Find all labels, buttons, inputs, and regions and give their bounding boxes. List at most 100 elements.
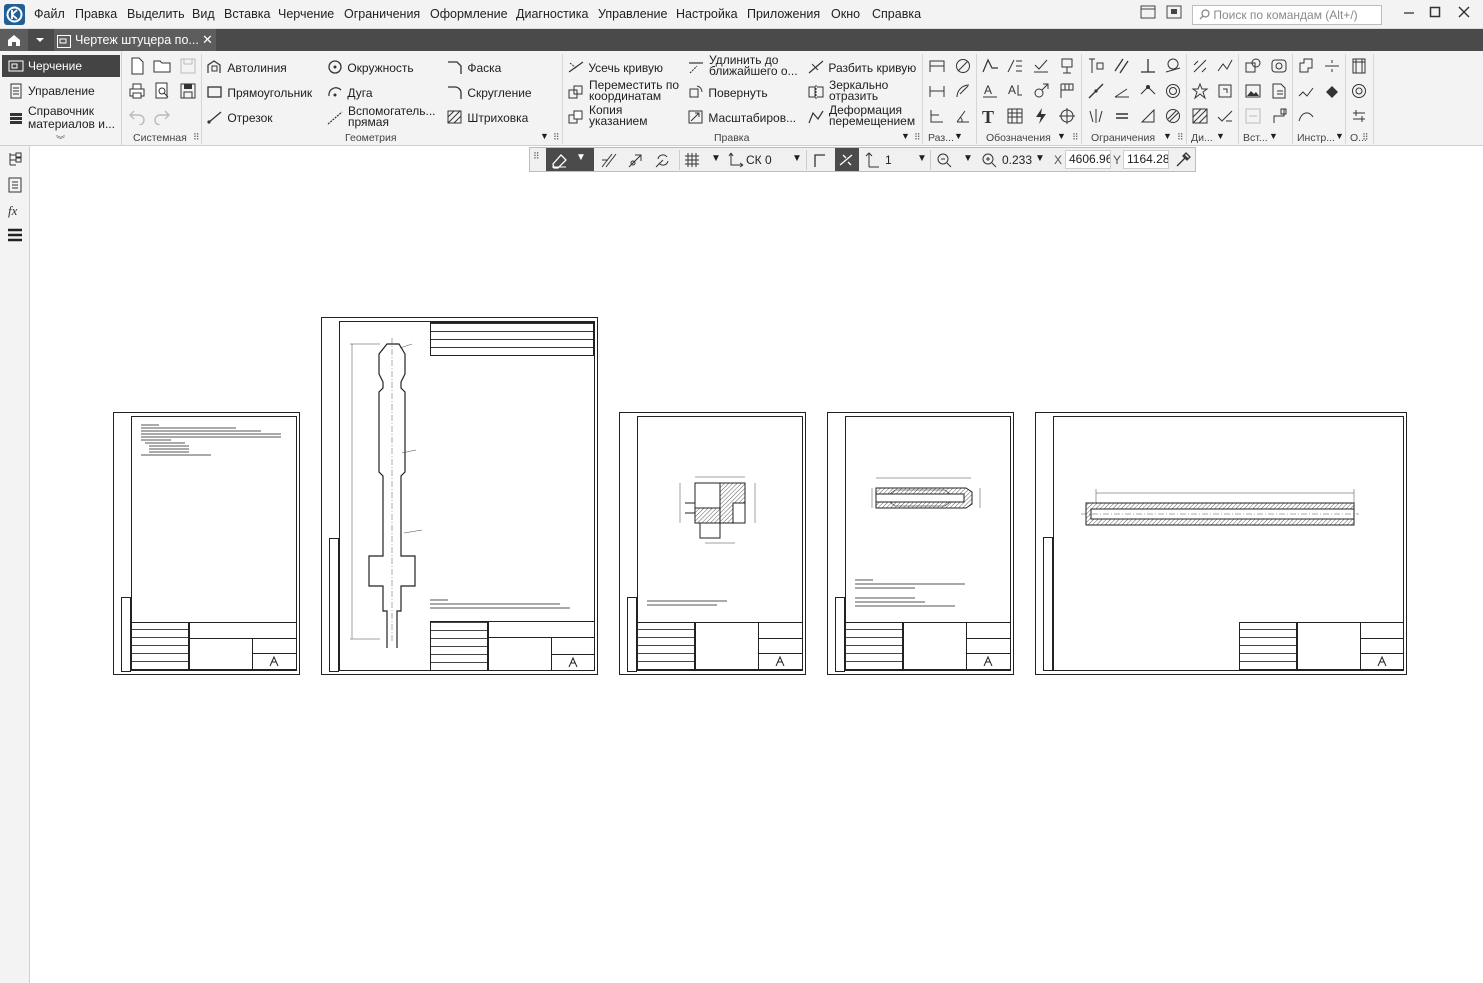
grid-icon[interactable]: [683, 151, 701, 169]
position-icon[interactable]: [1032, 82, 1050, 100]
style-selector[interactable]: ▼: [546, 148, 594, 171]
coordinate-system-value[interactable]: СК 0: [746, 153, 772, 167]
diameter-icon[interactable]: [954, 57, 972, 75]
menu-diagnostics[interactable]: Диагностика: [516, 7, 588, 21]
layout-icon[interactable]: [1139, 5, 1157, 23]
properties-icon[interactable]: [7, 177, 23, 193]
scale-button[interactable]: Масштабиров...: [687, 109, 796, 125]
undo-icon[interactable]: [128, 107, 146, 125]
menu-select[interactable]: Выделить: [127, 7, 185, 21]
y-coordinate-field[interactable]: 1164.28: [1123, 150, 1169, 169]
redo-icon[interactable]: [153, 107, 171, 125]
menu-view[interactable]: Вид: [192, 7, 215, 21]
menu-help[interactable]: Справка: [872, 7, 921, 21]
group-o-grip-icon[interactable]: ⠿: [1362, 132, 1369, 143]
menu-drawing[interactable]: Черчение: [278, 7, 334, 21]
drawing-sheet-3[interactable]: [619, 412, 806, 675]
concentric-icon[interactable]: [1164, 82, 1182, 100]
copy-pointing-button[interactable]: Копия указанием: [567, 104, 647, 127]
group-edit-chevron-icon[interactable]: ▼: [901, 131, 910, 141]
fillet-button[interactable]: Скругление: [446, 84, 532, 100]
menu-constraints[interactable]: Ограничения: [344, 7, 420, 21]
menu-apps[interactable]: Приложения: [747, 7, 820, 21]
dimension-check-icon[interactable]: [1216, 107, 1234, 125]
linear-dim-icon[interactable]: [928, 82, 946, 100]
dimension-auto-icon[interactable]: [928, 57, 946, 75]
angle-dim-icon[interactable]: [954, 107, 972, 125]
group-constraints-grip-icon[interactable]: ⠿: [1177, 132, 1184, 143]
layer-value[interactable]: 1: [885, 153, 892, 167]
zoom-icon[interactable]: [980, 151, 998, 169]
zoom-value[interactable]: 0.233: [1002, 153, 1032, 167]
hatch-circle-icon[interactable]: [1164, 107, 1182, 125]
text-icon[interactable]: T: [981, 107, 999, 125]
dimension-param-icon[interactable]: [1216, 82, 1234, 100]
fragment-icon[interactable]: [1270, 82, 1288, 100]
tab-drawing-document[interactable]: Чертеж штуцера по... ✕: [54, 29, 216, 51]
o-column-icon[interactable]: [1350, 57, 1368, 75]
roughness-icon[interactable]: [981, 57, 999, 75]
layer-chevron-icon[interactable]: ▼: [917, 153, 927, 164]
text-arrow-icon[interactable]: A: [1006, 82, 1024, 100]
tool-frame-icon[interactable]: [1297, 57, 1315, 75]
drawing-sheet-1[interactable]: [113, 412, 300, 675]
gear-star-icon[interactable]: [1191, 82, 1209, 100]
snap-toggle-button[interactable]: [835, 148, 859, 171]
variables-fx-icon[interactable]: fx: [7, 202, 23, 218]
tool-spline-icon[interactable]: [1297, 107, 1315, 125]
x-coordinate-field[interactable]: 4606.969: [1065, 150, 1111, 169]
drawing-sheet-5[interactable]: [1035, 412, 1407, 675]
collinear-icon[interactable]: [1087, 82, 1105, 100]
save-all-icon[interactable]: [179, 82, 197, 100]
maximize-icon[interactable]: [1426, 5, 1444, 23]
hatch-square-icon[interactable]: [1191, 107, 1209, 125]
perpendicular-icon[interactable]: [1139, 57, 1157, 75]
group-dims-chevron-icon[interactable]: ▼: [954, 131, 963, 141]
tab-close-icon[interactable]: ✕: [202, 29, 213, 51]
minimize-icon[interactable]: [1400, 5, 1418, 23]
menu-settings[interactable]: Настройка: [676, 7, 738, 21]
group-geometry-grip-icon[interactable]: ⠿: [553, 132, 560, 143]
print-icon[interactable]: [128, 82, 146, 100]
table-icon[interactable]: [1006, 107, 1024, 125]
group-designations-grip-icon[interactable]: ⠿: [1072, 132, 1079, 143]
fix-icon[interactable]: [1087, 57, 1105, 75]
grid-chevron-icon[interactable]: ▼: [711, 153, 721, 164]
triangle-icon[interactable]: [1139, 107, 1157, 125]
tab-menu-chevron-icon[interactable]: [30, 29, 50, 51]
group-geometry-chevron-icon[interactable]: ▼: [540, 131, 549, 141]
tool-line-icon[interactable]: [1323, 57, 1341, 75]
new-file-icon[interactable]: [128, 57, 146, 75]
group-di-chevron-icon[interactable]: ▼: [1216, 131, 1225, 141]
ribbon-tab-manage[interactable]: Управление: [2, 80, 120, 102]
segment-button[interactable]: Отрезок: [206, 109, 273, 125]
drawing-sheet-2[interactable]: [321, 317, 598, 675]
command-search-input[interactable]: Поиск по командам (Alt+/): [1192, 5, 1382, 25]
symmetry-icon[interactable]: [1087, 107, 1105, 125]
rotate-button[interactable]: Повернуть: [687, 84, 768, 100]
param-icon[interactable]: [1191, 57, 1209, 75]
deform-button[interactable]: Деформация перемещением: [807, 104, 915, 127]
parallel-icon[interactable]: [1113, 57, 1131, 75]
toolbar-grip-icon[interactable]: ⠿: [533, 151, 540, 162]
leader-link-icon[interactable]: [1270, 107, 1288, 125]
o-circle-icon[interactable]: [1350, 82, 1368, 100]
menu-window[interactable]: Окно: [831, 7, 860, 21]
drawing-sheet-4[interactable]: [827, 412, 1014, 675]
hatch-button[interactable]: Штриховка: [446, 109, 528, 125]
group-insert-chevron-icon[interactable]: ▼: [1269, 131, 1278, 141]
image-icon[interactable]: [1244, 82, 1262, 100]
screen-icon[interactable]: [1165, 5, 1183, 23]
equal-icon[interactable]: [1113, 107, 1131, 125]
menu-manage[interactable]: Управление: [598, 7, 668, 21]
snap-arrow-icon[interactable]: [627, 151, 645, 169]
menu-insert[interactable]: Вставка: [224, 7, 270, 21]
cs-chevron-icon[interactable]: ▼: [792, 153, 802, 164]
coincidence-icon[interactable]: [1139, 82, 1157, 100]
o-settings-icon[interactable]: [1350, 107, 1368, 125]
insert-disabled-icon[interactable]: [1244, 107, 1262, 125]
zoom-window-icon[interactable]: [935, 151, 953, 169]
coordinate-system-icon[interactable]: [727, 151, 745, 169]
snap-line-icon[interactable]: [600, 151, 618, 169]
tool-fill-icon[interactable]: [1323, 82, 1341, 100]
